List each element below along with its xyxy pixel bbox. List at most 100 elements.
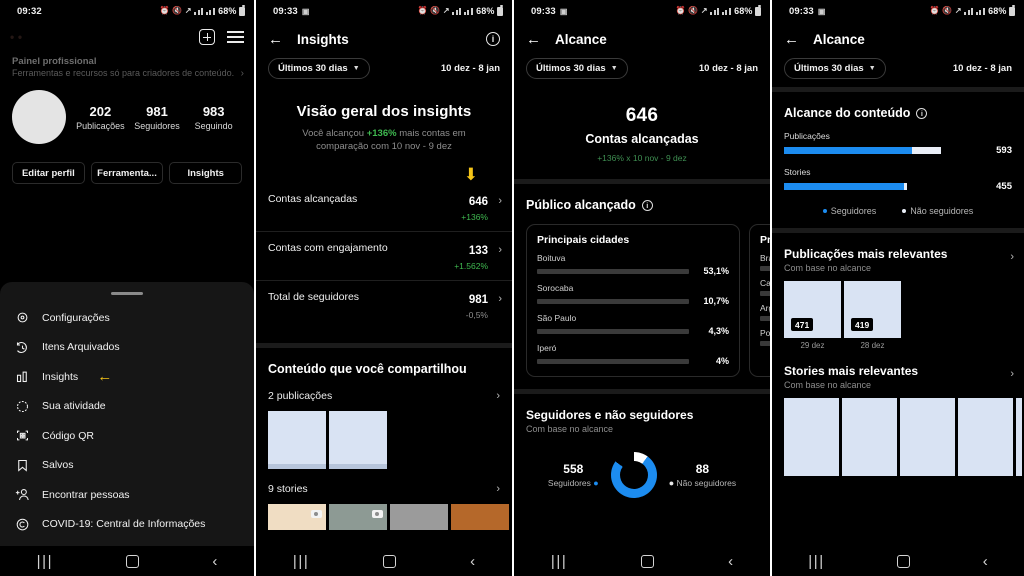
- date-range-dropdown[interactable]: Últimos 30 dias ▼: [268, 58, 370, 79]
- reach-hero: 646 Contas alcançadas +136% x 10 nov - 9…: [514, 87, 770, 179]
- story-thumbnail[interactable]: [900, 398, 955, 476]
- stat-posts[interactable]: 202 Publicações: [72, 104, 129, 131]
- tools-button[interactable]: Ferramenta...: [90, 162, 164, 184]
- home-square-icon[interactable]: [383, 554, 397, 568]
- bar-track: [784, 183, 944, 190]
- menu-item-qr-code[interactable]: Código QR: [14, 421, 254, 451]
- post-thumbnail[interactable]: [329, 410, 387, 469]
- camera-icon: [372, 509, 383, 518]
- stat-posts-label: Publicações: [76, 120, 125, 131]
- home-square-icon[interactable]: [641, 554, 655, 568]
- annotation-arrow-down: ⬇: [463, 164, 478, 184]
- menu-item-saved[interactable]: Salvos: [14, 451, 254, 481]
- stat-followers[interactable]: 981 Seguidores: [129, 104, 186, 131]
- audience-cards-carousel[interactable]: Principais cidades Boituva 53,1% Sorocab…: [514, 212, 770, 377]
- date-range-dropdown[interactable]: Últimos 30 dias ▼: [526, 58, 628, 79]
- status-icons: ⏰ 🔇 ↗ 68%: [160, 5, 245, 16]
- status-icons: ⏰ 🔇 ↗ 68%: [418, 5, 503, 16]
- content-reach-legend: Seguidores Não seguidores: [772, 192, 1024, 216]
- stat-following[interactable]: 983 Seguindo: [185, 104, 242, 131]
- recents-button[interactable]: |||: [293, 553, 310, 570]
- insights-button[interactable]: Insights: [169, 162, 243, 184]
- donut-ring: [610, 452, 657, 498]
- add-icon[interactable]: [199, 29, 215, 45]
- metric-delta: +1.562%: [454, 260, 488, 271]
- sheet-grab-handle[interactable]: [111, 292, 143, 295]
- city-item: Iperó 4%: [537, 343, 729, 366]
- metric-value: 646: [468, 195, 488, 208]
- info-icon[interactable]: i: [486, 32, 500, 46]
- recents-button[interactable]: |||: [551, 553, 568, 570]
- back-arrow-icon[interactable]: ←: [526, 31, 541, 48]
- story-thumbnail[interactable]: [784, 398, 839, 476]
- story-thumbnail[interactable]: [1016, 398, 1022, 476]
- chevron-down-icon: ▼: [868, 65, 876, 72]
- post-thumbnail[interactable]: [268, 410, 326, 469]
- info-icon[interactable]: i: [916, 107, 928, 119]
- panel-insights-overview: 09:33 ▣ ⏰ 🔇 ↗ 68% ← Insights i Últimos 3…: [256, 0, 512, 576]
- metric-row-accounts-engaged[interactable]: Contas com engajamento 133 +1.562% ›: [256, 232, 512, 280]
- shared-posts-row[interactable]: 2 publicações ›: [256, 376, 512, 402]
- profile-username[interactable]: • •: [10, 30, 22, 44]
- followers-label: Seguidores ●: [547, 478, 599, 488]
- content-reach-title-text: Alcance do conteúdo: [784, 106, 911, 120]
- story-thumbnail[interactable]: [268, 503, 326, 530]
- metric-row-accounts-reached[interactable]: Contas alcançadas 646 +136% ›: [256, 183, 512, 231]
- post-thumbnail[interactable]: 419: [844, 281, 901, 338]
- back-arrow-icon[interactable]: ←: [784, 31, 799, 48]
- insights-header: ← Insights i: [256, 22, 512, 56]
- shared-stories-row[interactable]: 9 stories ›: [256, 469, 512, 495]
- chevron-right-icon: ›: [496, 482, 500, 495]
- country-item: Argentina: [760, 303, 770, 321]
- qr-code-icon: [14, 428, 30, 444]
- chevron-right-icon: ›: [498, 243, 502, 256]
- signal-icon: [194, 7, 204, 15]
- menu-item-your-activity[interactable]: Sua atividade: [14, 392, 254, 422]
- menu-item-archived[interactable]: Itens Arquivados: [14, 333, 254, 363]
- bar-track: [760, 266, 770, 271]
- top-posts-title: Publicações mais relevantes: [784, 247, 948, 261]
- professional-dashboard-banner[interactable]: Painel profissional Ferramentas e recurs…: [0, 52, 254, 84]
- profile-stats-row: 202 Publicações 981 Seguidores 983 Segui…: [0, 84, 254, 144]
- legend-followers: Seguidores: [822, 206, 876, 216]
- back-button[interactable]: ‹: [470, 553, 475, 570]
- top-post-item[interactable]: 419 28 dez: [844, 281, 901, 350]
- story-thumbnail[interactable]: [958, 398, 1013, 476]
- recents-button[interactable]: |||: [37, 553, 54, 570]
- menu-item-discover-people[interactable]: Encontrar pessoas: [14, 480, 254, 510]
- back-button[interactable]: ‹: [983, 553, 988, 570]
- post-reach-badge: 471: [791, 318, 814, 331]
- metric-values: 133 +1.562%: [454, 241, 500, 271]
- menu-item-settings[interactable]: Configurações: [14, 303, 254, 333]
- menu-item-label: Salvos: [42, 459, 74, 472]
- back-arrow-icon[interactable]: ←: [268, 31, 283, 48]
- hamburger-menu-icon[interactable]: [227, 31, 244, 43]
- story-thumbnail[interactable]: [390, 503, 448, 530]
- info-icon[interactable]: i: [641, 199, 653, 211]
- menu-item-covid-info[interactable]: COVID-19: Central de Informações: [14, 510, 254, 540]
- date-range-dropdown[interactable]: Últimos 30 dias ▼: [784, 58, 886, 79]
- edit-profile-button[interactable]: Editar perfil: [12, 162, 85, 184]
- home-square-icon[interactable]: [126, 554, 140, 568]
- avatar[interactable]: [12, 90, 66, 144]
- status-clock: 09:33: [789, 5, 814, 17]
- panel-profile-menu: 09:32 ⏰ 🔇 ↗ 68% • • Painel profissional …: [0, 0, 254, 576]
- country-label: Canadá: [760, 278, 770, 288]
- post-date-caption: 29 dez: [800, 341, 825, 350]
- back-button[interactable]: ‹: [728, 553, 733, 570]
- menu-item-insights[interactable]: Insights ←: [14, 362, 254, 392]
- metric-row-total-followers[interactable]: Total de seguidores 981 -0,5% ›: [256, 281, 512, 329]
- top-post-item[interactable]: 471 29 dez: [784, 281, 841, 350]
- story-thumbnail[interactable]: [842, 398, 897, 476]
- signal-icon-2: [463, 7, 473, 15]
- post-thumbnail[interactable]: 471: [784, 281, 841, 338]
- back-button[interactable]: ‹: [212, 553, 217, 570]
- story-thumbnail[interactable]: [329, 503, 387, 530]
- recents-button[interactable]: |||: [808, 553, 825, 570]
- top-posts-block[interactable]: Publicações mais relevantes Com base no …: [772, 233, 1024, 273]
- battery-icon: [497, 5, 503, 16]
- story-thumbnail[interactable]: [451, 503, 509, 530]
- top-stories-block[interactable]: Stories mais relevantes Com base no alca…: [772, 350, 1024, 390]
- home-square-icon[interactable]: [897, 554, 911, 568]
- wifi-icon: ↗: [954, 6, 962, 15]
